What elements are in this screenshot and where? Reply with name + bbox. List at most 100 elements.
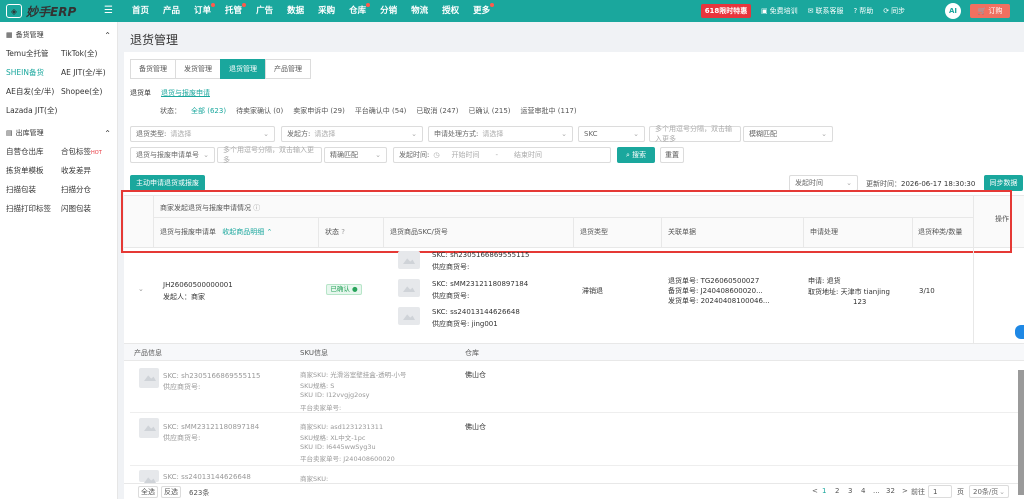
search-button[interactable]: ⌕ 搜索 [617,147,655,163]
process-address: 取货地址: 天津市 tianjing [808,288,890,296]
nav-hosting[interactable]: 托管 [218,0,249,22]
chevron-down-icon: ⌄ [846,179,852,187]
help-link[interactable]: ? 帮助 [854,6,874,16]
sidebar-item-scan-print[interactable]: 扫描打印标签 [6,199,61,218]
sort-label: 发起时间 [795,179,823,187]
prev-page-button[interactable]: < [812,487,818,495]
tab-shipping[interactable]: 发货管理 [175,59,221,79]
page-4[interactable]: 4 [861,487,865,495]
content-card [124,52,1024,499]
sidebar-item-shopee[interactable]: Shopee(全) [61,82,116,101]
sidebar-item-lazada[interactable]: Lazada JIT(全) [6,101,61,120]
nav-home[interactable]: 首页 [125,0,156,22]
sidebar-item-shein[interactable]: SHEIN备货 [6,63,61,82]
sync-data-button[interactable]: 同步数据 [984,175,1023,191]
status-all[interactable]: 全部 (623) [191,106,226,116]
sort-select[interactable]: 发起时间 ⌄ [789,175,858,191]
status-appeal[interactable]: 卖家申诉中 (29) [293,106,345,116]
nav-auth[interactable]: 授权 [435,0,466,22]
apply-no-field-select[interactable]: 退货与报废申请单号 ⌄ [130,147,215,163]
sidebar-item-scan-pack[interactable]: 扫描包装 [6,180,61,199]
method-select[interactable]: 申请处理方式: 请选择 ⌄ [428,126,573,142]
match-mode-select-1[interactable]: 模糊匹配 ⌄ [743,126,833,142]
create-return-button[interactable]: 主动申请退货或报废 [130,175,205,191]
page-unit-label: 页 [957,488,964,496]
menu-toggle-icon[interactable]: ☰ [104,5,113,16]
apply-number[interactable]: JH26060500000001 [163,281,233,289]
sidebar-group-outbound[interactable]: ▤ 出库管理 ⌃ [0,124,117,142]
nav-data[interactable]: 数据 [280,0,311,22]
detail-col-product: 产品信息 [134,349,162,357]
training-link[interactable]: ▣ 免费培训 [761,6,798,16]
page-1[interactable]: 1 [822,487,826,495]
promo-badge[interactable]: 618限时特惠 [701,4,751,18]
tab-stock[interactable]: 备货管理 [130,59,176,79]
scrollbar[interactable] [1018,370,1024,495]
origin-select[interactable]: 发起方: 请选择 ⌄ [281,126,423,142]
match-mode-select-2[interactable]: 精确匹配 ⌄ [324,147,387,163]
subtab-return-requests[interactable]: 退货与报废申请 [161,88,210,98]
related-stock-no[interactable]: 备货单号: J240408600020... [668,286,763,296]
sidebar-group-stock[interactable]: ▦ 备货管理 ⌃ [0,26,117,44]
sidebar-item-tiktok[interactable]: TikTok(全) [61,44,116,63]
sidebar-item-ae-self[interactable]: AE自发(全/半) [6,82,61,101]
expand-chevron-icon[interactable]: ⌄ [138,285,144,293]
nav-more[interactable]: 更多 [466,0,497,22]
sidebar-item-pick-template[interactable]: 拣货单模板 [6,161,61,180]
sidebar-item-flash-pack[interactable]: 闪图包装 [61,199,116,218]
invert-selection-button[interactable]: 反选 [161,486,181,498]
nav-logistics[interactable]: 物流 [404,0,435,22]
related-return-no[interactable]: 退货单号: TG26060500027 [668,276,759,286]
page-3[interactable]: 3 [848,487,852,495]
chat-float-icon[interactable] [1015,325,1024,339]
related-ship-no[interactable]: 发货单号: 20240408100046... [668,296,770,306]
info-icon: ● [351,285,358,293]
page-32[interactable]: 32 [886,487,895,495]
nav-ads[interactable]: 广告 [249,0,280,22]
next-page-button[interactable]: > [902,487,908,495]
status-pending[interactable]: 待卖家确认 (0) [236,106,283,116]
sidebar-item-ae-jit[interactable]: AE JIT(全/半) [61,63,116,82]
apply-no-input[interactable]: 多个用逗号分隔，双击输入更多 [217,146,322,164]
nav-orders[interactable]: 订单 [187,0,218,22]
reset-button[interactable]: 重置 [660,147,684,163]
status-cancelled[interactable]: 已取消 (247) [416,106,458,116]
status-platform[interactable]: 平台确认中 (54) [355,106,407,116]
sidebar-item-self-outbound[interactable]: 自营仓出库 [6,142,61,161]
app-logo[interactable]: ◈ 妙手ERP [6,3,76,19]
skc-input[interactable]: 多个用逗号分隔，双击输入更多 [649,125,741,143]
date-range-picker[interactable]: 发起时间: ◷ 开始时间 - 结束时间 [393,147,611,163]
chat-icon: ✉ [807,7,814,15]
status-confirmed[interactable]: 已确认 (215) [468,106,510,116]
tab-returns[interactable]: 退货管理 [220,59,266,79]
sidebar-item-temu[interactable]: Temu全托管 [6,44,61,63]
sidebar-item-diff[interactable]: 收发差异 [61,161,116,180]
chevron-down-icon: ⌄ [411,130,417,138]
select-all-button[interactable]: 全选 [138,486,158,498]
total-count: 623条 [189,489,210,497]
nav-distribution[interactable]: 分销 [373,0,404,22]
tab-products[interactable]: 产品管理 [265,59,311,79]
status-badge: 已确认 ● [326,284,362,295]
ai-assistant-button[interactable]: AI [945,3,961,19]
page-size-select[interactable]: 20条/页 ⌄ [969,485,1009,498]
page-input[interactable]: 1 [928,485,952,498]
support-link[interactable]: ✉ 联系客服 [808,6,844,16]
nav-warehouse[interactable]: 仓库 [342,0,373,22]
nav-products[interactable]: 产品 [156,0,187,22]
nav-purchase[interactable]: 采购 [311,0,342,22]
sync-link[interactable]: ⟳ 同步 [883,6,905,16]
status-ops[interactable]: 运营审批中 (117) [521,106,577,116]
group-title: 备货管理 [15,31,44,39]
page-ellipsis[interactable]: ... [873,487,880,495]
skc-field-select[interactable]: SKC ⌄ [578,126,645,142]
return-type-select[interactable]: 退货类型: 请选择 ⌄ [130,126,275,142]
status-filter: 状态： 全部 (623) 待卖家确认 (0) 卖家申诉中 (29) 平台确认中 … [160,106,577,116]
sync-label: 同步 [891,7,906,15]
page-2[interactable]: 2 [835,487,839,495]
input-placeholder: 多个用逗号分隔，双击输入更多 [655,125,732,143]
sidebar-item-merge-label[interactable]: 合包标签 HOT [61,142,116,161]
subtab-return-orders[interactable]: 退货单 [130,88,151,98]
sidebar-item-scan-split[interactable]: 扫描分仓 [61,180,116,199]
order-button[interactable]: 🛒 订购 [970,4,1010,18]
